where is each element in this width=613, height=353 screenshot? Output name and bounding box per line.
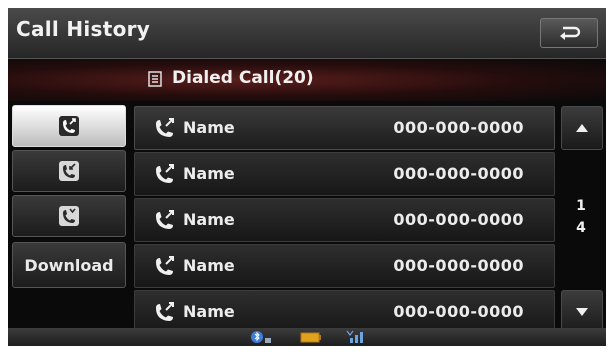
missed-call-icon bbox=[59, 206, 79, 226]
bluetooth-phone-icon bbox=[251, 331, 271, 343]
title-bar: Call History bbox=[8, 8, 606, 59]
return-arrow-icon bbox=[560, 26, 581, 40]
call-row[interactable]: Name 000-000-0000 bbox=[134, 152, 555, 196]
dialed-call-icon bbox=[156, 164, 174, 183]
phone-number: 000-000-0000 bbox=[393, 118, 524, 137]
call-row[interactable]: Name 000-000-0000 bbox=[134, 244, 555, 288]
dialed-calls-tab[interactable] bbox=[12, 105, 126, 147]
triangle-down-icon bbox=[576, 308, 588, 316]
caller-name: Name bbox=[183, 210, 235, 229]
page-current: 1 bbox=[576, 198, 586, 214]
signal-strength-icon bbox=[346, 330, 363, 343]
caller-name: Name bbox=[183, 164, 235, 183]
list-icon bbox=[148, 71, 162, 87]
download-label: Download bbox=[24, 255, 114, 275]
list-header-label: Dialed Call(20) bbox=[172, 68, 314, 88]
call-history-screen: Call History Dialed Call(20) Download Na… bbox=[8, 8, 606, 346]
caller-name: Name bbox=[183, 302, 235, 321]
download-button[interactable]: Download bbox=[12, 242, 126, 288]
status-bar bbox=[8, 328, 606, 346]
phone-number: 000-000-0000 bbox=[393, 302, 524, 321]
list-header: Dialed Call(20) bbox=[8, 59, 606, 101]
back-button[interactable] bbox=[540, 18, 598, 48]
phone-number: 000-000-0000 bbox=[393, 164, 524, 183]
call-row[interactable]: Name 000-000-0000 bbox=[134, 106, 555, 150]
missed-calls-tab[interactable] bbox=[12, 195, 126, 237]
scroll-up-button[interactable] bbox=[561, 106, 603, 150]
phone-number: 000-000-0000 bbox=[393, 210, 524, 229]
caller-name: Name bbox=[183, 118, 235, 137]
dialed-call-icon bbox=[156, 210, 174, 229]
page-title: Call History bbox=[16, 17, 151, 41]
dialed-call-icon bbox=[156, 118, 174, 137]
received-call-icon bbox=[59, 161, 79, 181]
page-total: 4 bbox=[576, 220, 586, 236]
caller-name: Name bbox=[183, 256, 235, 275]
triangle-up-icon bbox=[576, 124, 588, 132]
phone-number: 000-000-0000 bbox=[393, 256, 524, 275]
dialed-call-icon bbox=[59, 116, 79, 136]
dialed-call-icon bbox=[156, 256, 174, 275]
battery-icon bbox=[300, 332, 321, 343]
call-row[interactable]: Name 000-000-0000 bbox=[134, 198, 555, 242]
received-calls-tab[interactable] bbox=[12, 150, 126, 192]
dialed-call-icon bbox=[156, 302, 174, 321]
